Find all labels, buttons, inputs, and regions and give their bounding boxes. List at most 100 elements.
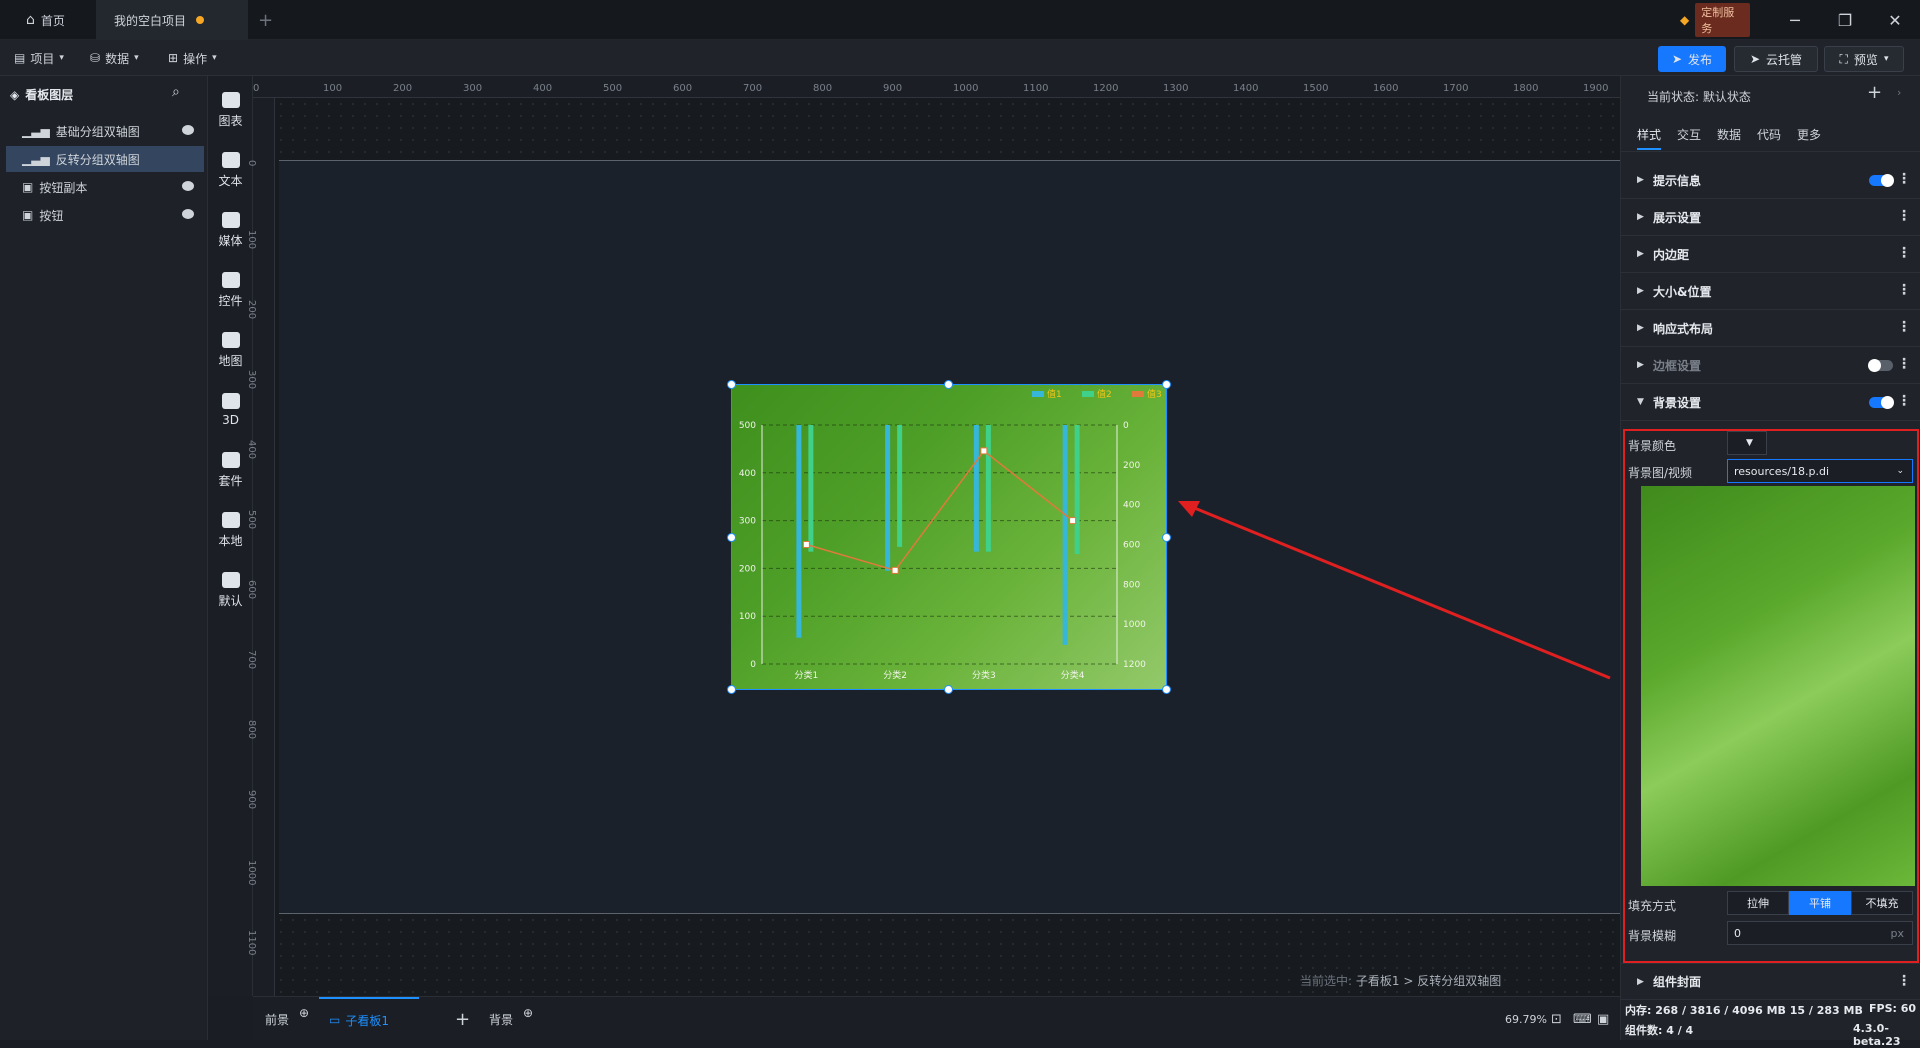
menu-data[interactable]: ⛁ 数据 ▾ (90, 40, 139, 76)
chevron-right-icon[interactable]: › (1897, 86, 1901, 99)
tab-data[interactable]: 数据 (1717, 126, 1741, 143)
resize-handle[interactable] (1162, 380, 1171, 389)
bg-color-label: 背景颜色 (1628, 439, 1677, 453)
publish-button[interactable]: ➤ 发布 (1658, 46, 1726, 72)
chevron-down-icon: ⌄ (1896, 466, 1904, 476)
widget-3d[interactable]: 3D (208, 382, 253, 438)
monitor-icon: ▭ (329, 1013, 341, 1027)
ruler-tick: 900 (246, 790, 257, 810)
tab-more[interactable]: 更多 (1797, 126, 1821, 143)
more-icon[interactable]: ⋮ (1897, 172, 1911, 186)
bar-值2 (897, 425, 903, 547)
more-icon[interactable]: ⋮ (1897, 394, 1911, 408)
section-tooltip[interactable]: ▶ 提示信息 ⋮ (1621, 162, 1920, 199)
custom-service-button[interactable]: ◆ 定制服务 (1680, 3, 1750, 37)
close-icon[interactable]: ✕ (1870, 0, 1920, 40)
home-tab[interactable]: ⌂ 首页 (12, 0, 79, 40)
ruler-tick: 400 (533, 83, 553, 94)
chevron-down-icon: ▼ (1746, 438, 1753, 448)
chart-widget[interactable]: 0 100 200 300 400 500 0 200 400 600 800 1000 1200 分类1… (731, 384, 1167, 690)
more-icon[interactable]: ⋮ (1897, 974, 1911, 988)
more-icon[interactable]: ⋮ (1897, 209, 1911, 223)
background-layer-tab[interactable]: 背景 ⊕ (489, 997, 533, 1041)
bg-color-picker[interactable]: ▼ (1727, 431, 1767, 455)
ruler-tick: 1000 (953, 83, 979, 94)
front-layer-tab[interactable]: 前景 ⊕ (265, 997, 309, 1041)
fill-stretch-button[interactable]: 拉伸 (1727, 891, 1789, 915)
media-icon (221, 211, 240, 228)
search-icon[interactable]: ⌕ (172, 84, 180, 100)
more-icon[interactable]: ⋮ (1897, 246, 1911, 260)
resize-handle[interactable] (1162, 685, 1171, 694)
tooltip-toggle[interactable] (1869, 174, 1894, 187)
ruler-left[interactable]: 0 100 200 300 400 500 600 700 800 900 1000 1100 (246, 98, 275, 996)
legend-swatch (1132, 391, 1144, 397)
section-cover[interactable]: ▶ 组件封面 ⋮ (1621, 963, 1920, 1000)
layer-item-3[interactable]: ▣ 按钮 (6, 202, 204, 228)
selection-status-path: 子看板1 > 反转分组双轴图 (1355, 974, 1502, 988)
restore-icon[interactable]: ❐ (1820, 0, 1870, 40)
add-state-icon[interactable]: + (1867, 82, 1882, 103)
more-icon[interactable]: ⋮ (1897, 320, 1911, 334)
menu-operate[interactable]: ⊞ 操作 ▾ (168, 40, 217, 76)
fill-none-button[interactable]: 不填充 (1851, 891, 1913, 915)
layer-item-1[interactable]: ▁▃▅ 反转分组双轴图 (6, 146, 204, 172)
ruler-tick: 200 (246, 300, 257, 320)
eye-icon[interactable] (182, 181, 194, 191)
bg-image-label: 背景图/视频 (1628, 466, 1693, 480)
widget-chart[interactable]: 图表 (208, 82, 253, 138)
resize-handle[interactable] (727, 685, 736, 694)
section-padding[interactable]: ▶ 内边距 ⋮ (1621, 236, 1920, 273)
tab-interact[interactable]: 交互 (1677, 126, 1701, 143)
ruler-tick: 1300 (1163, 83, 1189, 94)
chevron-down-icon: ▾ (134, 53, 139, 63)
tab-code[interactable]: 代码 (1757, 126, 1781, 143)
home-tab-label: 首页 (40, 13, 65, 28)
add-circle-icon[interactable]: ⊕ (523, 1006, 533, 1020)
section-responsive[interactable]: ▶ 响应式布局 ⋮ (1621, 310, 1920, 347)
left-tick-label: 300 (739, 517, 756, 527)
terminal-icon[interactable]: ▣ (1597, 997, 1609, 1041)
eye-icon[interactable] (182, 209, 194, 219)
widget-label: 控件 (218, 293, 243, 308)
new-tab-icon[interactable]: + (244, 0, 287, 40)
bg-image-select[interactable]: resources/18.p.di ⌄ (1727, 459, 1913, 483)
keyboard-icon[interactable]: ⌨ (1573, 997, 1592, 1041)
cloud-host-button[interactable]: ➤ 云托管 (1734, 46, 1818, 72)
more-icon[interactable]: ⋮ (1897, 283, 1911, 297)
fit-screen-icon[interactable]: ⊡ (1551, 997, 1562, 1041)
border-toggle[interactable] (1868, 359, 1893, 372)
tab-style[interactable]: 样式 (1637, 126, 1662, 150)
layer-item-0[interactable]: ▁▃▅ 基础分组双轴图 (6, 118, 204, 144)
widget-text[interactable]: 文本 (208, 142, 253, 198)
bar-值1 (973, 425, 979, 552)
ruler-top[interactable]: 0 100 200 300 400 500 600 700 800 900 1000 1100 1200… (253, 76, 1620, 98)
section-background[interactable]: ▼ 背景设置 ⋮ (1621, 384, 1920, 421)
minimize-icon[interactable]: ─ (1770, 0, 1820, 40)
add-board-icon[interactable]: + (455, 997, 470, 1041)
more-icon[interactable]: ⋮ (1897, 357, 1911, 371)
section-size-position[interactable]: ▶ 大小&位置 ⋮ (1621, 273, 1920, 310)
add-circle-icon[interactable]: ⊕ (299, 1006, 309, 1020)
fill-tile-button[interactable]: 平铺 (1789, 891, 1851, 915)
resize-handle[interactable] (944, 380, 953, 389)
eye-icon[interactable] (182, 125, 194, 135)
bg-blur-label: 背景模糊 (1628, 929, 1677, 943)
layers-header: ◈ 看板图层 (10, 86, 73, 103)
zoom-level[interactable]: 69.79% (1505, 997, 1547, 1041)
background-toggle[interactable] (1869, 396, 1894, 409)
preview-button[interactable]: ⛶ 预览 ▾ (1824, 46, 1904, 72)
resize-handle[interactable] (727, 380, 736, 389)
section-display[interactable]: ▶ 展示设置 ⋮ (1621, 199, 1920, 236)
project-tab[interactable]: 我的空白项目 (96, 0, 248, 40)
ruler-tick: 0 (253, 83, 260, 94)
section-border[interactable]: ▶ 边框设置 ⋮ (1621, 347, 1920, 384)
layer-item-2[interactable]: ▣ 按钮副本 (6, 174, 204, 200)
resize-handle[interactable] (944, 685, 953, 694)
ruler-tick: 200 (393, 83, 413, 94)
image-icon: ▣ (22, 180, 34, 194)
resize-handle[interactable] (727, 533, 736, 542)
bg-blur-input[interactable]: 0 px (1727, 921, 1913, 945)
sub-board-tab[interactable]: ▭ 子看板1 (319, 997, 419, 1041)
menu-project[interactable]: ▤ 项目 ▾ (14, 40, 64, 76)
